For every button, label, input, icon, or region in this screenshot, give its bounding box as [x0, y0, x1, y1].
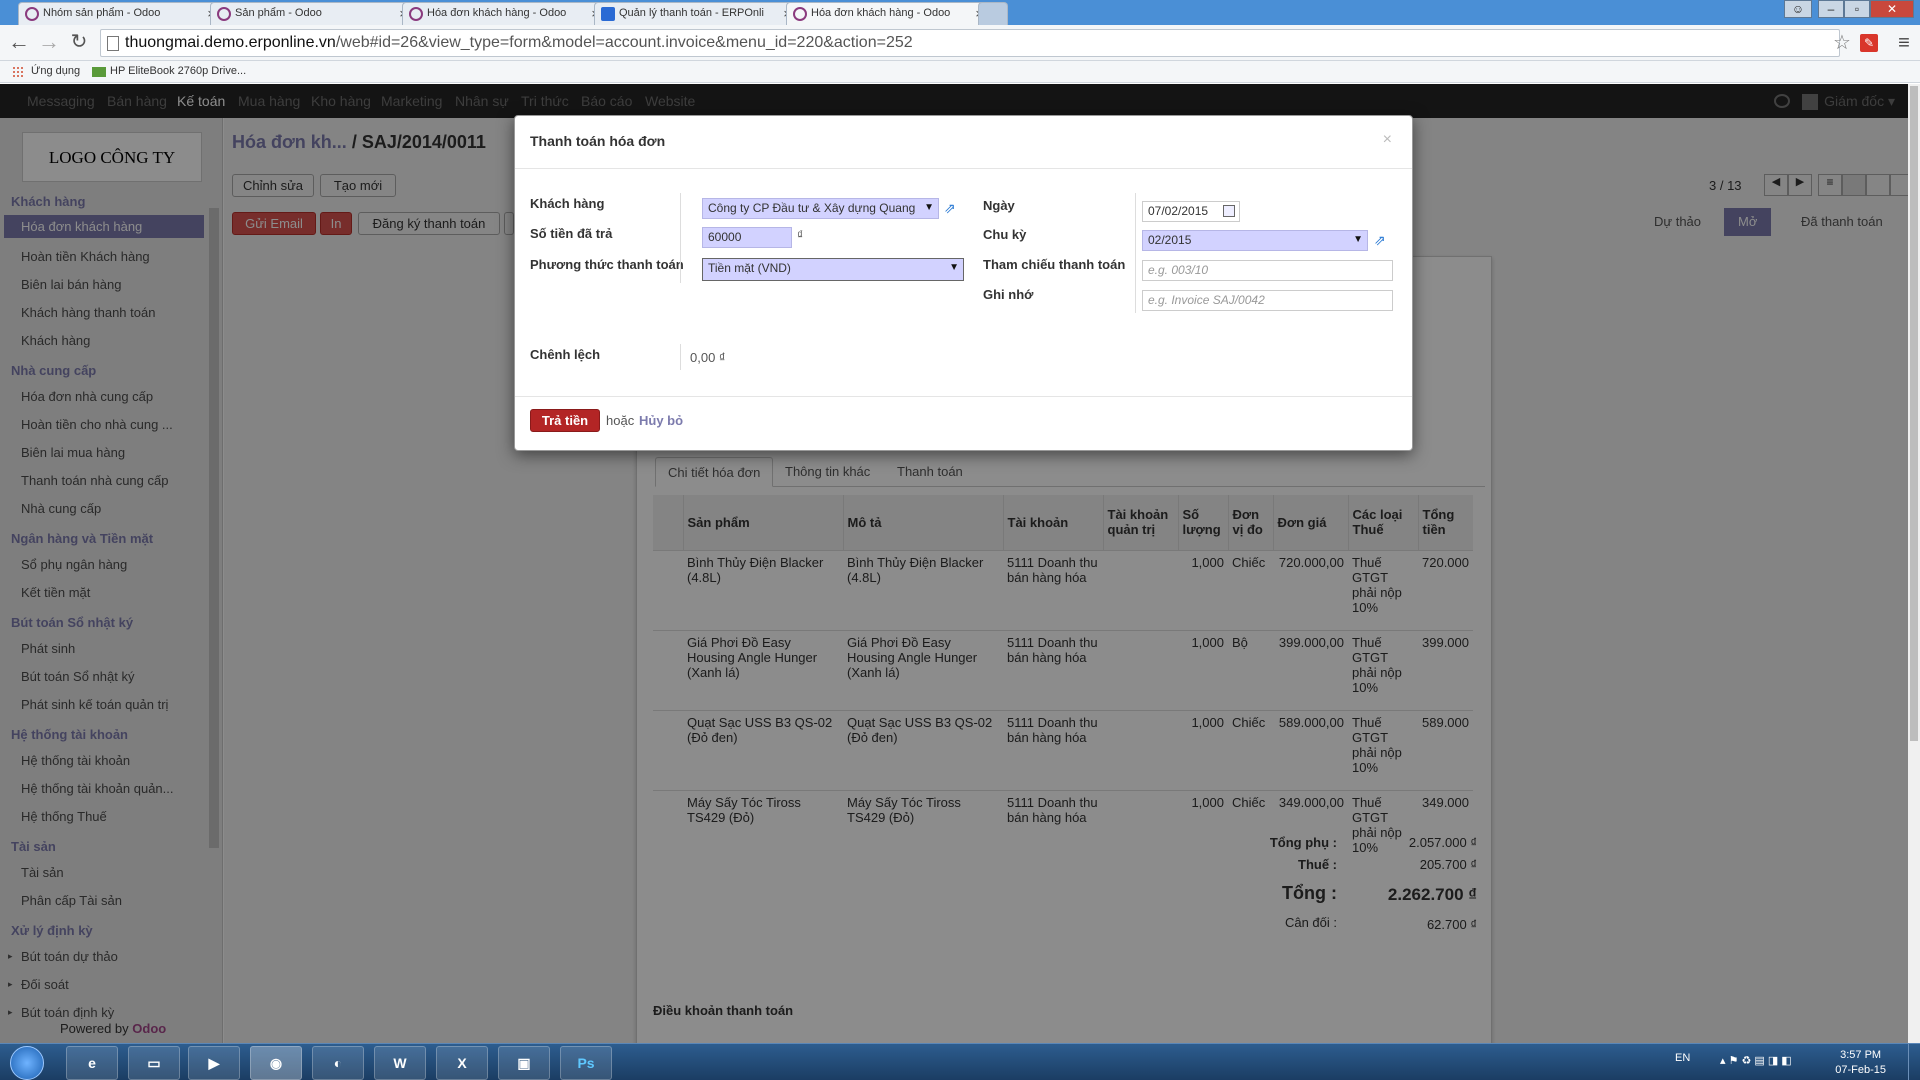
- windows-taskbar: e ▭ ▶ ◉ ◐ W X ▣ Ps EN ▴ ⚑ ♻ ▤ ◨ ◧ 3:57 P…: [0, 1043, 1920, 1080]
- period-value: 02/2015: [1148, 233, 1192, 247]
- field-divider: [680, 344, 681, 370]
- bookmark-hp-driver[interactable]: HP EliteBook 2760p Drive...: [110, 65, 246, 77]
- language-indicator[interactable]: EN: [1675, 1052, 1690, 1064]
- clock[interactable]: 3:57 PM 07-Feb-15: [1835, 1048, 1886, 1078]
- customer-value: Công ty CP Đầu tư & Xây dựng Quang: [708, 201, 916, 215]
- apps-grid-icon: [12, 66, 24, 78]
- clock-date: 07-Feb-15: [1835, 1064, 1886, 1076]
- memo-input[interactable]: e.g. Invoice SAJ/0042: [1142, 290, 1393, 311]
- amount-label: Số tiền đã trả: [530, 226, 613, 241]
- cancel-link[interactable]: Hủy bỏ: [639, 413, 683, 428]
- browser-toolbar: ← → ↻ thuongmai.demo.erponline.vn/web#id…: [0, 25, 1920, 61]
- payment-method-value: Tiền mặt (VND): [708, 261, 791, 275]
- payment-reference-input[interactable]: e.g. 003/10: [1142, 260, 1393, 281]
- new-tab-button[interactable]: [978, 2, 1008, 25]
- payment-method-select[interactable]: Tiền mặt (VND) ▼: [702, 258, 964, 281]
- external-link-icon[interactable]: ⇗: [944, 201, 960, 215]
- chevron-down-icon: ▼: [1353, 234, 1363, 245]
- page-icon: [107, 36, 119, 51]
- odoo-icon: [217, 7, 231, 21]
- photoshop-icon[interactable]: Ps: [560, 1046, 612, 1080]
- acrobat-extension-icon[interactable]: ✎: [1860, 34, 1878, 52]
- user-profile-icon[interactable]: ☺: [1784, 0, 1812, 18]
- date-value: 07/02/2015: [1148, 204, 1209, 218]
- browser-tab[interactable]: Quản lý thanh toán - ERPOnli×: [594, 2, 799, 25]
- bookmark-star-icon[interactable]: ☆: [1830, 31, 1854, 55]
- external-link-icon[interactable]: ⇗: [1374, 233, 1390, 247]
- period-select[interactable]: 02/2015 ▼: [1142, 230, 1368, 251]
- page-scrollbar-thumb[interactable]: [1910, 86, 1918, 741]
- calendar-icon[interactable]: [1223, 205, 1235, 217]
- odoo-icon: [25, 7, 39, 21]
- media-player-icon[interactable]: ▶: [188, 1046, 240, 1080]
- payment-reference-label: Tham chiếu thanh toán: [983, 257, 1126, 272]
- or-text: hoặc: [606, 413, 635, 428]
- dialog-title: Thanh toán hóa đơn: [530, 133, 666, 149]
- customer-label: Khách hàng: [530, 196, 605, 211]
- excel-icon[interactable]: X: [436, 1046, 488, 1080]
- difference-label: Chênh lệch: [530, 347, 601, 362]
- forward-icon[interactable]: →: [36, 30, 62, 56]
- odoo-icon: [409, 7, 423, 21]
- chevron-down-icon: ▼: [924, 202, 934, 213]
- show-desktop-button[interactable]: [1908, 1044, 1920, 1080]
- tab-title: Quản lý thanh toán - ERPOnli: [619, 7, 764, 19]
- close-icon[interactable]: ×: [1383, 131, 1392, 149]
- start-button[interactable]: [10, 1046, 44, 1080]
- bookmarks-bar: Ứng dụng HP EliteBook 2760p Drive...: [0, 61, 1920, 83]
- tab-title: Hóa đơn khách hàng - Odoo: [811, 7, 951, 19]
- back-icon[interactable]: ←: [6, 30, 32, 56]
- date-label: Ngày: [983, 198, 1015, 213]
- tab-title: Nhóm sản phẩm - Odoo: [43, 7, 161, 19]
- browser-tab[interactable]: Nhóm sản phẩm - Odoo×: [18, 2, 223, 25]
- chrome-icon[interactable]: ◉: [250, 1046, 302, 1080]
- system-tray: EN ▴ ⚑ ♻ ▤ ◨ ◧ 3:57 PM 07-Feb-15: [1620, 1044, 1920, 1080]
- field-divider: [1135, 193, 1136, 313]
- memo-label: Ghi nhớ: [983, 287, 1034, 302]
- pay-button[interactable]: Trả tiền: [530, 409, 600, 432]
- explorer-folder-icon[interactable]: ▭: [128, 1046, 180, 1080]
- currency-symbol: ₫: [797, 228, 804, 242]
- clock-time: 3:57 PM: [1840, 1049, 1882, 1061]
- tab-title: Hóa đơn khách hàng - Odoo: [427, 7, 567, 19]
- dialog-header: Thanh toán hóa đơn ×: [515, 116, 1412, 169]
- payment-method-label: Phương thức thanh toán: [530, 257, 684, 272]
- tray-icons[interactable]: ▴ ⚑ ♻ ▤ ◨ ◧: [1720, 1054, 1792, 1067]
- erp-icon: [601, 7, 615, 21]
- ie-icon[interactable]: e: [66, 1046, 118, 1080]
- browser-tab[interactable]: Hóa đơn khách hàng - Odoo×: [402, 2, 607, 25]
- maximize-icon[interactable]: ▫: [1844, 0, 1870, 18]
- field-divider: [680, 193, 681, 283]
- date-input[interactable]: 07/02/2015: [1142, 201, 1240, 222]
- amount-input[interactable]: 60000: [702, 227, 792, 248]
- customer-select[interactable]: Công ty CP Đầu tư & Xây dựng Quang ▼: [702, 198, 939, 219]
- menu-icon[interactable]: ≡: [1892, 31, 1916, 55]
- difference-value: 0,00 ₫: [690, 350, 726, 365]
- reload-icon[interactable]: ↻: [66, 30, 92, 56]
- word-icon[interactable]: W: [374, 1046, 426, 1080]
- window-close-icon[interactable]: ✕: [1870, 0, 1914, 18]
- url-path: /web#id=26&view_type=form&model=account.…: [335, 34, 913, 51]
- chevron-down-icon: ▼: [949, 262, 959, 273]
- app-window-icon[interactable]: ▣: [498, 1046, 550, 1080]
- tab-title: Sản phẩm - Odoo: [235, 7, 322, 19]
- browser-tab-active[interactable]: Hóa đơn khách hàng - Odoo×: [786, 2, 991, 26]
- payment-dialog: Thanh toán hóa đơn × Khách hàng Công ty …: [514, 115, 1413, 451]
- period-label: Chu kỳ: [983, 227, 1027, 242]
- browser-tab-strip: Nhóm sản phẩm - Odoo× Sản phẩm - Odoo× H…: [0, 0, 1920, 26]
- url-host: thuongmai.demo.erponline.vn: [125, 34, 336, 51]
- dialog-footer: Trả tiền hoặc Hủy bỏ: [515, 396, 1412, 451]
- address-bar[interactable]: thuongmai.demo.erponline.vn/web#id=26&vi…: [100, 29, 1840, 57]
- odoo-icon: [793, 7, 807, 21]
- folder-icon: [92, 67, 106, 77]
- minimize-icon[interactable]: –: [1818, 0, 1844, 18]
- browser-tab[interactable]: Sản phẩm - Odoo×: [210, 2, 415, 25]
- bookmark-apps[interactable]: Ứng dụng: [31, 65, 80, 77]
- firefox-icon[interactable]: ◐: [312, 1046, 364, 1080]
